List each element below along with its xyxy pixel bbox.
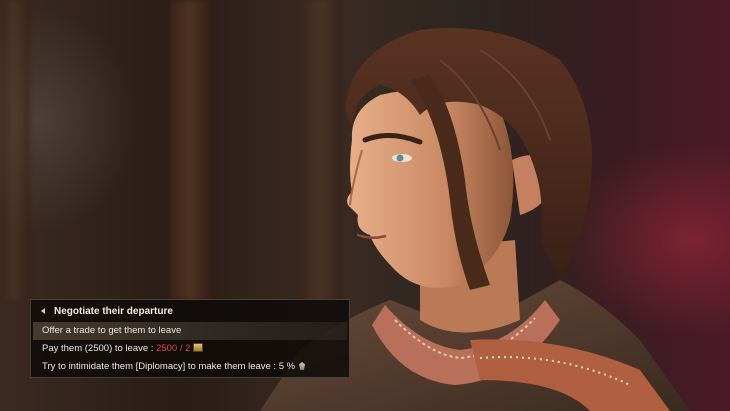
option-label: Try to intimidate them [Diplomacy] to ma… [42,361,296,372]
game-scene: Negotiate their departure Offer a trade … [0,0,730,411]
dialog-header: Negotiate their departure [31,300,349,322]
dialog-title: Negotiate their departure [54,305,173,317]
negotiation-dialog: Negotiate their departure Offer a trade … [30,299,350,378]
option-pay-to-leave[interactable]: Pay them (2500) to leave : 2500 / 2 [31,340,349,358]
option-intimidate[interactable]: Try to intimidate them [Diplomacy] to ma… [31,358,349,376]
gold-cost: 2500 / 2 [156,343,191,354]
back-arrow-icon[interactable] [41,308,45,314]
option-offer-trade[interactable]: Offer a trade to get them to leave [33,322,347,340]
gold-coins-icon [193,343,204,352]
gem-icon [299,362,306,370]
option-label: Pay them (2500) to leave : [42,343,157,354]
option-label: Offer a trade to get them to leave [42,325,182,336]
